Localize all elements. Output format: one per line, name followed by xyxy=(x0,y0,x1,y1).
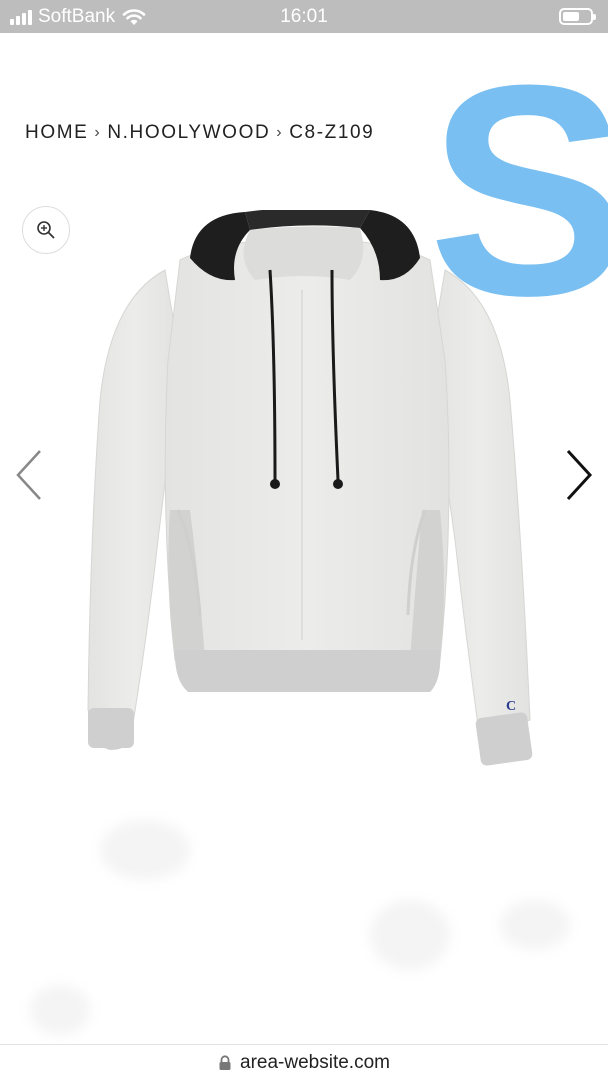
zoom-button[interactable] xyxy=(22,206,70,254)
breadcrumb-separator: › xyxy=(94,124,102,141)
breadcrumb-home[interactable]: HOME xyxy=(25,122,88,144)
url-bar[interactable]: area-website.com xyxy=(0,1044,608,1080)
breadcrumb-brand[interactable]: N.HOOLYWOOD xyxy=(107,122,270,144)
breadcrumb: HOME › N.HOOLYWOOD › C8-Z109 xyxy=(25,122,374,144)
product-image: C xyxy=(87,210,533,766)
blurred-content xyxy=(30,985,90,1035)
zoom-in-icon xyxy=(37,221,55,239)
svg-text:C: C xyxy=(506,699,516,714)
breadcrumb-current: C8-Z109 xyxy=(289,122,375,143)
lock-icon xyxy=(219,1054,231,1070)
blurred-content xyxy=(370,900,450,970)
chevron-right-icon[interactable] xyxy=(558,445,598,505)
breadcrumb-separator: › xyxy=(276,124,284,141)
blurred-content xyxy=(100,820,190,880)
url-text: area-website.com xyxy=(240,1051,390,1073)
blurred-content xyxy=(500,900,570,950)
chevron-left-icon[interactable] xyxy=(10,445,50,505)
